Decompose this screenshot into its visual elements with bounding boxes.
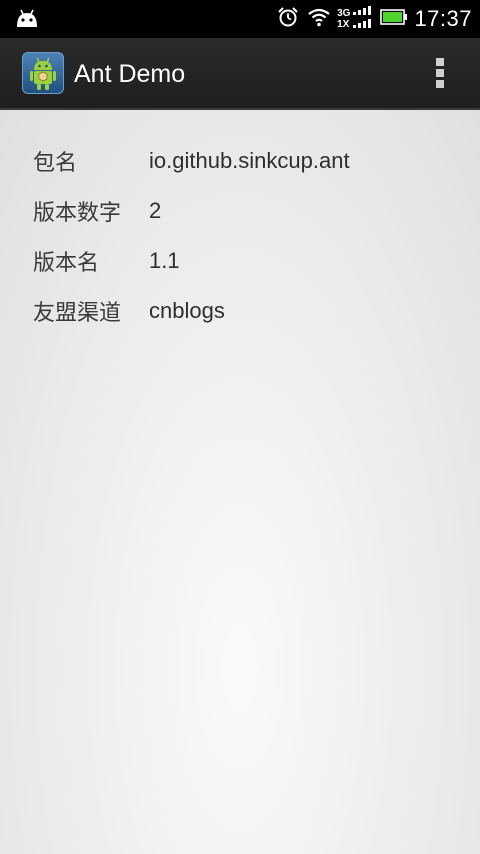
android-app-icon[interactable] xyxy=(22,52,64,94)
network-type-bottom: 1X xyxy=(337,19,350,30)
wifi-icon xyxy=(307,7,331,31)
overflow-menu-icon[interactable] xyxy=(428,58,452,92)
network-type-top: 3G xyxy=(337,8,351,19)
status-bar: 3G 1X 17:37 xyxy=(0,0,480,38)
action-bar: Ant Demo xyxy=(0,38,480,110)
info-value: cnblogs xyxy=(149,298,225,323)
battery-icon xyxy=(380,9,408,29)
app-title: Ant Demo xyxy=(74,60,186,88)
status-time: 17:37 xyxy=(414,6,472,31)
info-row-version-name: 版本名 1.1 xyxy=(33,236,350,286)
network-type: 3G 1X xyxy=(337,8,350,30)
android-notification-icon xyxy=(14,7,40,33)
info-row-channel: 友盟渠道 cnblogs xyxy=(33,286,350,336)
info-value: io.github.sinkcup.ant xyxy=(149,148,350,173)
info-table: 包名 io.github.sinkcup.ant 版本数字 2 版本名 1.1 … xyxy=(33,136,350,336)
info-row-package: 包名 io.github.sinkcup.ant xyxy=(33,136,350,186)
info-value: 2 xyxy=(149,198,162,223)
info-value: 1.1 xyxy=(149,248,180,273)
info-label: 版本名 xyxy=(33,251,100,276)
signal-icon xyxy=(352,4,372,34)
info-label: 版本数字 xyxy=(33,201,122,226)
info-label: 包名 xyxy=(33,151,78,176)
main-content: 包名 io.github.sinkcup.ant 版本数字 2 版本名 1.1 … xyxy=(0,110,480,854)
alarm-icon xyxy=(277,6,299,32)
info-label: 友盟渠道 xyxy=(33,301,122,326)
info-row-version-code: 版本数字 2 xyxy=(33,186,350,236)
